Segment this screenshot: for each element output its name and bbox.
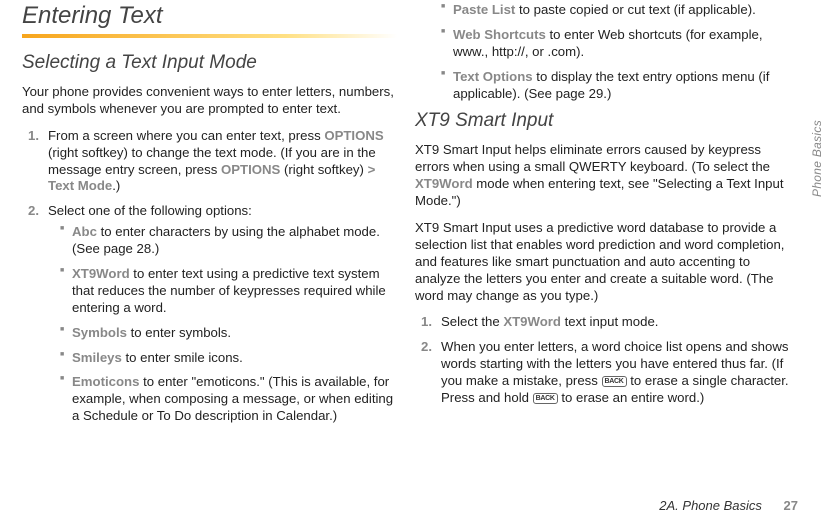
divider-orange (22, 34, 397, 38)
xt9-s1-a: Select the (441, 314, 503, 329)
heading-selecting-mode: Selecting a Text Input Mode (22, 52, 397, 74)
option-xt9word: XT9Word to enter text using a predictive… (60, 266, 397, 317)
option-paste-list-desc: to paste copied or cut text (if applicab… (515, 2, 755, 17)
back-key-icon: BACK (602, 376, 627, 387)
option-abc: Abc to enter characters by using the alp… (60, 224, 397, 258)
xt9-s1-c: text input mode. (561, 314, 659, 329)
step1-text-e: (right softkey) (280, 162, 367, 177)
xt9-step-1: Select the XT9Word text input mode. (425, 314, 790, 331)
xt9-s1-b: XT9Word (503, 314, 561, 329)
heading-entering-text: Entering Text (22, 2, 397, 30)
option-smileys-label: Smileys (72, 350, 122, 365)
xt9-s2-c: to erase an entire word.) (558, 390, 705, 405)
option-paste-list: Paste List to paste copied or cut text (… (441, 2, 790, 19)
step1-text-a: From a screen where you can enter text, … (48, 128, 324, 143)
option-web-shortcuts-label: Web Shortcuts (453, 27, 546, 42)
step-1: From a screen where you can enter text, … (32, 128, 397, 196)
xt9-p1-b: XT9Word (415, 176, 473, 191)
step2-text: Select one of the following options: (48, 203, 252, 218)
option-paste-list-label: Paste List (453, 2, 515, 17)
option-abc-label: Abc (72, 224, 97, 239)
footer: 2A. Phone Basics 27 (659, 498, 798, 513)
option-symbols: Symbols to enter symbols. (60, 325, 397, 342)
option-symbols-label: Symbols (72, 325, 127, 340)
heading-xt9-smart-input: XT9 Smart Input (415, 110, 790, 132)
softkey-options-1: OPTIONS (324, 128, 383, 143)
option-web-shortcuts: Web Shortcuts to enter Web shortcuts (fo… (441, 27, 790, 61)
option-smileys-desc: to enter smile icons. (122, 350, 243, 365)
step1-text-g: .) (112, 178, 120, 193)
option-text-options: Text Options to display the text entry o… (441, 69, 790, 103)
intro-paragraph: Your phone provides convenient ways to e… (22, 84, 397, 118)
option-symbols-desc: to enter symbols. (127, 325, 231, 340)
option-abc-desc: to enter characters by using the alphabe… (72, 224, 380, 256)
side-tab-label: Phone Basics (810, 120, 824, 197)
step-2: Select one of the following options: Abc… (32, 203, 397, 425)
xt9-p1-a: XT9 Smart Input helps eliminate errors c… (415, 142, 770, 174)
softkey-options-2: OPTIONS (221, 162, 280, 177)
xt9-step-2: When you enter letters, a word choice li… (425, 339, 790, 407)
back-key-icon-2: BACK (533, 393, 558, 404)
xt9-paragraph-1: XT9 Smart Input helps eliminate errors c… (415, 142, 790, 210)
option-text-options-label: Text Options (453, 69, 533, 84)
footer-section: 2A. Phone Basics (659, 498, 762, 513)
option-xt9word-label: XT9Word (72, 266, 130, 281)
xt9-paragraph-2: XT9 Smart Input uses a predictive word d… (415, 220, 790, 304)
page-number: 27 (784, 498, 798, 513)
option-emoticons: Emoticons to enter "emoticons." (This is… (60, 374, 397, 425)
option-smileys: Smileys to enter smile icons. (60, 350, 397, 367)
option-emoticons-label: Emoticons (72, 374, 139, 389)
